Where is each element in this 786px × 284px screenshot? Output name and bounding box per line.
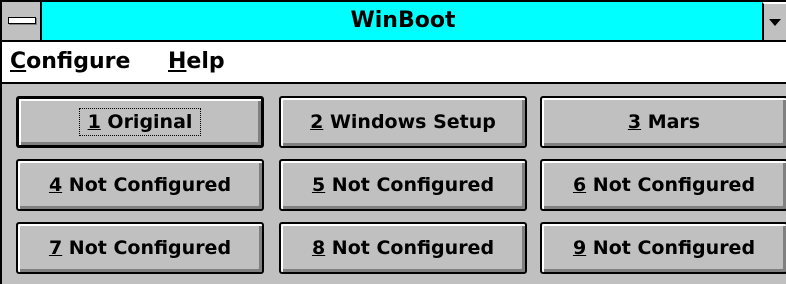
boot-config-4-text: Not Configured [62,174,232,196]
boot-config-7-button[interactable]: 7 Not Configured [16,222,264,274]
boot-config-2-text: Windows Setup [323,111,496,133]
menu-configure[interactable]: Configure [10,42,130,82]
boot-config-6-button[interactable]: 6 Not Configured [540,159,786,211]
menu-configure-label: onfigure [26,49,131,74]
boot-config-9-button[interactable]: 9 Not Configured [540,222,786,274]
boot-config-6-mnemonic: 6 [572,174,587,196]
boot-config-6-text: Not Configured [586,174,756,196]
menu-configure-mnemonic: C [10,49,27,74]
boot-config-5-button[interactable]: 5 Not Configured [279,159,527,211]
boot-config-3-text: Mars [641,111,701,133]
boot-config-7-text: Not Configured [62,237,232,259]
boot-config-9-mnemonic: 9 [572,237,587,259]
boot-config-8-mnemonic: 8 [311,237,326,259]
boot-config-4-button[interactable]: 4 Not Configured [16,159,264,211]
menu-help-mnemonic: H [168,49,187,74]
menu-help-label: elp [186,49,225,74]
boot-config-5-text: Not Configured [325,174,495,196]
minimize-arrow-icon [769,19,781,26]
title-bar[interactable]: WinBoot [2,2,786,42]
boot-config-9-text: Not Configured [586,237,756,259]
boot-config-1-button[interactable]: 1 Original [16,96,264,148]
boot-config-7-label: 7 Not Configured [49,237,231,259]
menu-bar: Configure Help [2,42,786,84]
boot-config-8-text: Not Configured [325,237,495,259]
boot-config-3-button[interactable]: 3 Mars [540,96,786,148]
boot-config-2-label: 2 Windows Setup [310,111,496,133]
boot-config-4-label: 4 Not Configured [49,174,231,196]
boot-config-4-mnemonic: 4 [48,174,63,196]
boot-config-1-mnemonic: 1 [87,111,101,133]
boot-config-panel: 1 Original 2 Windows Setup 3 Mars 4 Not … [2,84,786,284]
boot-config-5-mnemonic: 5 [311,174,326,196]
system-menu-button[interactable] [2,2,42,40]
boot-config-2-mnemonic: 2 [310,111,324,133]
boot-config-9-label: 9 Not Configured [573,237,755,259]
boot-config-3-label: 3 Mars [628,111,700,133]
system-menu-icon [8,17,36,24]
minimize-button[interactable] [762,2,786,40]
boot-config-2-button[interactable]: 2 Windows Setup [279,96,527,148]
boot-config-7-mnemonic: 7 [48,237,63,259]
boot-config-3-mnemonic: 3 [627,111,642,133]
boot-config-6-label: 6 Not Configured [573,174,755,196]
window-title: WinBoot [350,8,456,33]
boot-config-1-label: 1 Original [78,108,202,136]
boot-config-8-button[interactable]: 8 Not Configured [279,222,527,274]
winboot-window: WinBoot Configure Help 1 Original 2 Wind… [0,0,786,284]
menu-help[interactable]: Help [168,42,225,82]
boot-config-1-text: Original [100,111,193,133]
boot-config-5-label: 5 Not Configured [312,174,494,196]
boot-config-8-label: 8 Not Configured [312,237,494,259]
